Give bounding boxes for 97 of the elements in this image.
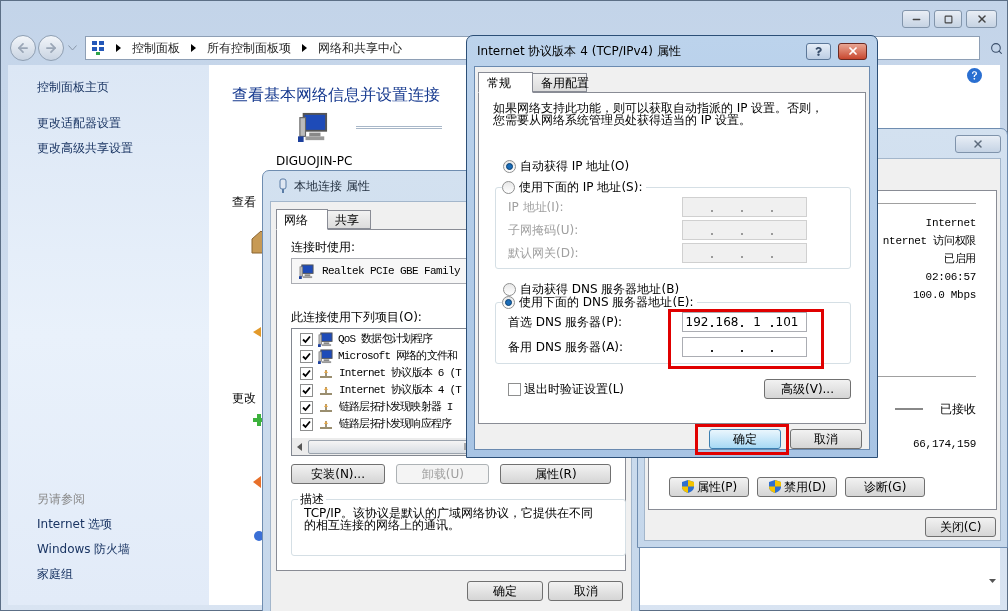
maximize-icon — [943, 14, 953, 24]
network-icon — [318, 368, 334, 379]
field-label: 此连接使用下列项目(O): — [291, 310, 422, 324]
checkbox[interactable] — [508, 382, 521, 396]
minimize-button[interactable] — [902, 10, 930, 28]
field-label: IP 地址(I): — [508, 199, 565, 216]
section-label: 更改 — [232, 391, 256, 405]
button[interactable]: 诊断(G) — [845, 476, 925, 497]
radio-option[interactable]: 自动获得 IP 地址(O) — [503, 160, 630, 173]
section-heading: 另请参阅 — [37, 492, 85, 507]
sidebar-link[interactable]: 更改适配器设置 — [37, 116, 121, 131]
field-label: 子网掩码(U): — [508, 222, 580, 239]
forward-arrow-icon — [44, 41, 58, 55]
close-button[interactable] — [966, 10, 997, 28]
radio-option[interactable]: 使用下面的 DNS 服务器地址(E): — [502, 296, 698, 309]
sidebar-link[interactable]: 更改高级共享设置 — [37, 141, 133, 156]
computer-icon — [318, 349, 333, 364]
activity-dash — [895, 408, 923, 410]
computer-icon — [298, 112, 328, 142]
checkbox[interactable] — [300, 350, 313, 363]
button[interactable]: 禁用(D) — [757, 476, 837, 497]
radio-option[interactable]: 自动获得 DNS 服务器地址(B) — [503, 283, 680, 296]
status-value: 66,174,159 — [913, 437, 976, 452]
checkbox[interactable] — [300, 384, 313, 397]
close-button[interactable] — [838, 42, 867, 60]
button[interactable]: 高级(V)... — [764, 379, 851, 399]
button[interactable]: 属性(P) — [669, 476, 749, 497]
checkbox[interactable] — [300, 367, 313, 380]
intro-text: 如果网络支持此功能，则可以获取自动指派的 IP 设置。否则， — [493, 102, 824, 114]
computer-icon — [318, 332, 333, 347]
network-icon — [318, 385, 334, 396]
field-label: 备用 DNS 服务器(A): — [508, 339, 625, 356]
network-adapter-icon — [278, 178, 288, 194]
checkbox[interactable] — [300, 333, 313, 346]
network-icon — [318, 419, 334, 430]
computer-icon — [299, 263, 314, 279]
button[interactable]: 关闭(C) — [925, 517, 996, 537]
help-icon — [814, 46, 823, 56]
tab[interactable]: 常规 — [478, 72, 533, 93]
tab[interactable]: 备用配置 — [533, 73, 587, 92]
status-value: 已启用 — [943, 252, 976, 267]
field-label: 首选 DNS 服务器(P): — [508, 314, 624, 331]
checkbox-option[interactable]: 退出时验证设置(L) — [508, 380, 625, 398]
breadcrumb-item[interactable]: 控制面板 — [132, 39, 180, 57]
maximize-button[interactable] — [934, 10, 962, 28]
caret-icon — [116, 44, 121, 52]
sidebar-link[interactable]: Windows 防火墙 — [37, 542, 131, 557]
scroll-down-icon[interactable] — [989, 579, 996, 583]
close-icon — [972, 138, 984, 150]
help-icon[interactable] — [967, 68, 982, 83]
sidebar-link[interactable]: 家庭组 — [37, 567, 73, 582]
checkbox[interactable] — [300, 401, 313, 414]
group-heading: 描述 — [298, 492, 326, 506]
radio-button[interactable] — [502, 181, 515, 194]
button[interactable]: 取消 — [790, 429, 862, 449]
scroll-left-icon[interactable] — [297, 442, 302, 451]
status-value: Internet — [925, 216, 976, 231]
button[interactable]: 确定 — [709, 429, 781, 449]
sidebar-link[interactable]: Internet 选项 — [37, 517, 113, 532]
shield-icon — [767, 479, 782, 494]
breadcrumb-item[interactable]: 所有控制面板项 — [207, 39, 291, 57]
checkbox[interactable] — [300, 418, 313, 431]
close-icon — [846, 45, 859, 57]
button[interactable]: 确定 — [467, 581, 543, 601]
status-label: 已接收 — [940, 401, 976, 418]
intro-text: 您需要从网络系统管理员处获得适当的 IP 设置。 — [493, 114, 752, 126]
radio-button[interactable] — [503, 160, 516, 173]
control-panel-icon — [91, 40, 105, 56]
radio-button[interactable] — [502, 296, 515, 309]
description-text: TCP/IP。该协议是默认的广域网络协议，它提供在不同 — [304, 507, 594, 519]
section-label: 查看 — [232, 195, 256, 209]
page-heading: 查看基本网络信息并设置连接 — [232, 86, 440, 104]
status-value: 100.0 Mbps — [913, 288, 976, 303]
window-title: Internet 协议版本 4 (TCP/IPv4) 属性 — [477, 43, 681, 60]
computer-name: DIGUOJIN-PC — [276, 154, 353, 168]
tab[interactable]: 网络 — [276, 209, 328, 230]
tab[interactable]: 共享 — [328, 210, 371, 229]
radio-option[interactable]: 使用下面的 IP 地址(S): — [502, 181, 647, 194]
sidebar-link[interactable]: 控制面板主页 — [37, 80, 109, 95]
description-text: 的相互连接的网络上的通讯。 — [304, 519, 460, 531]
search-icon[interactable] — [990, 41, 1003, 55]
close-icon — [975, 13, 988, 25]
caret-icon — [191, 44, 196, 52]
button[interactable]: 取消 — [548, 581, 623, 601]
shield-icon — [680, 479, 695, 494]
caret-icon — [302, 44, 307, 52]
status-value: nternet 访问权限 — [882, 234, 976, 249]
network-icon — [318, 402, 334, 413]
ip-address-field[interactable] — [682, 337, 807, 357]
radio-button[interactable] — [503, 283, 516, 296]
button[interactable]: 属性(R) — [500, 464, 611, 484]
window-title: 本地连接 属性 — [294, 178, 370, 195]
help-button[interactable] — [806, 42, 831, 60]
status-value: 02:06:57 — [925, 270, 976, 285]
breadcrumb-item[interactable]: 网络和共享中心 — [318, 39, 402, 57]
button[interactable]: 安装(N)... — [291, 464, 386, 484]
field-label: 连接时使用: — [291, 240, 356, 254]
